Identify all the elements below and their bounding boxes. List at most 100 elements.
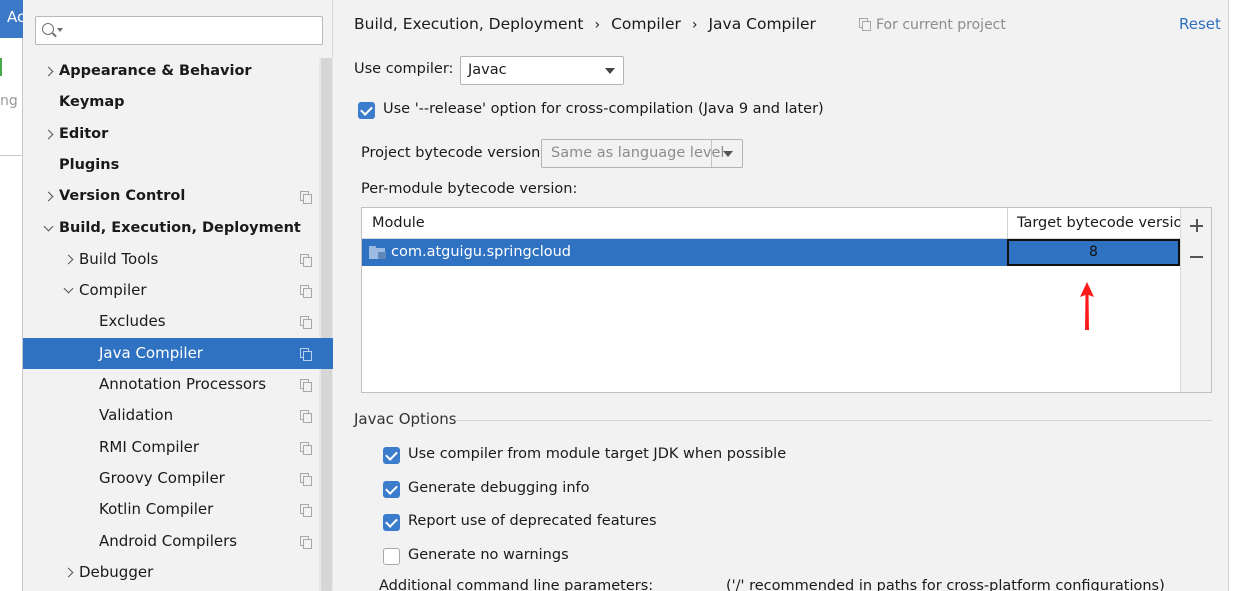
background-divider [0,155,23,156]
remove-icon[interactable] [1181,241,1212,272]
annotation-arrow-icon [1080,282,1094,330]
use-compiler-select[interactable]: Javac [460,56,624,85]
use-compiler-label: Use compiler: [354,61,454,77]
chevron-down-icon [605,68,615,74]
module-name: com.atguigu.springcloud [391,244,571,260]
background-window-title: Ac [0,0,23,38]
javac-option-label: Generate no warnings [408,547,569,564]
breadcrumb-item: Build, Execution, Deployment [354,15,584,33]
background-text-fragment: ng [0,93,18,109]
project-scope-icon [300,441,312,455]
javac-option-checkbox[interactable] [383,514,400,532]
project-scope-icon [300,316,312,330]
project-bytecode-value: Same as language level [551,145,725,161]
sidebar-item-label: Appearance & Behavior [59,63,252,79]
chevron-right-icon[interactable] [63,557,75,588]
sidebar-item-label: Compiler [79,281,147,300]
search-icon [42,23,54,35]
sidebar-item-keymap[interactable]: Keymap [23,87,319,118]
sidebar-item-rmi-compiler[interactable]: RMI Compiler [23,432,319,463]
javac-option-checkbox[interactable] [383,480,400,498]
chevron-right-icon[interactable] [43,181,55,212]
target-version-cell[interactable]: 8 [1007,239,1180,266]
sidebar-item-build-execution-deployment[interactable]: Build, Execution, Deployment [23,213,319,244]
sidebar-item-kotlin-compiler[interactable]: Kotlin Compiler [23,494,319,525]
breadcrumb-item: Compiler [611,15,681,33]
sidebar-item-validation[interactable]: Validation [23,400,319,431]
sidebar-item-label: Build, Execution, Deployment [59,219,301,236]
table-toolbar [1180,208,1211,392]
sidebar-item-label: Build Tools [79,249,159,268]
module-folder-icon [369,246,386,259]
settings-main-panel: Build, Execution, Deployment › Compiler › Ja… [334,0,1228,591]
project-scope-icon [300,347,312,361]
javac-option-checkbox[interactable] [383,548,400,566]
per-module-label: Per-module bytecode version: [361,181,578,197]
sidebar-item-label: Editor [59,125,109,142]
project-scope-icon [300,410,312,424]
sidebar-item-version-control[interactable]: Version Control [23,181,319,212]
chevron-right-icon[interactable] [63,244,75,275]
sidebar-item-java-compiler[interactable]: Java Compiler [23,337,333,369]
sidebar-item-label: Groovy Compiler [99,468,225,487]
project-scope-icon [859,18,871,31]
javac-option-checkbox[interactable] [383,447,400,464]
sidebar-item-label: Version Control [59,188,186,205]
module-cell[interactable]: com.atguigu.springcloud [362,239,1007,266]
section-divider [455,420,1212,421]
javac-options-title: Javac Options [354,410,457,428]
column-header-target[interactable]: Target bytecode version [1017,208,1192,239]
sidebar-item-compiler[interactable]: Compiler [23,275,319,306]
sidebar-item-label: Keymap [59,94,125,111]
sidebar-item-label: Annotation Processors [99,375,267,393]
sidebar-item-label: RMI Compiler [99,437,200,456]
sidebar-item-label: Excludes [99,312,166,331]
column-header-module[interactable]: Module [372,208,425,239]
project-scope-icon [300,191,312,205]
chevron-right-icon[interactable] [43,56,55,87]
project-scope-icon [300,379,312,392]
javac-option-label: Report use of deprecated features [408,513,657,530]
reset-link[interactable]: Reset [1179,15,1221,33]
table-row[interactable]: com.atguigu.springcloud 8 [362,239,1180,266]
project-scope-icon [300,472,312,486]
add-icon[interactable] [1181,210,1212,241]
chevron-right-icon[interactable] [43,119,55,150]
release-option-checkbox[interactable] [358,102,375,119]
combo-divider [711,140,712,167]
chevron-down-icon[interactable] [63,275,75,306]
sidebar-item-editor[interactable]: Editor [23,119,319,150]
project-scope-icon [300,253,312,267]
background-right-strip [1228,0,1235,591]
sidebar-item-android-compilers[interactable]: Android Compilers [23,526,319,557]
project-scope-icon [300,535,312,549]
additional-params-label: Additional command line parameters: [379,578,654,591]
sidebar-item-plugins[interactable]: Plugins [23,150,319,181]
sidebar-item-label: Kotlin Compiler [99,500,214,519]
scope-indicator: For current project [859,17,1006,33]
sidebar-item-build-tools[interactable]: Build Tools [23,244,319,275]
chevron-down-icon[interactable] [43,213,55,244]
sidebar-item-label: Android Compilers [99,531,238,550]
sidebar-item-debugger[interactable]: Debugger [23,557,319,588]
breadcrumb: Build, Execution, Deployment › Compiler › Ja… [354,15,816,33]
breadcrumb-item: Java Compiler [708,15,816,33]
sidebar-item-annotation-processors[interactable]: Annotation Processors [23,369,319,400]
release-option-label: Use '--release' option for cross-compila… [383,101,824,117]
search-input[interactable] [35,16,323,45]
sidebar-item-groovy-compiler[interactable]: Groovy Compiler [23,463,319,494]
scope-label: For current project [876,17,1006,33]
background-window-strip: Ac ng [0,0,23,591]
project-bytecode-label: Project bytecode version: [361,145,546,161]
project-scope-icon [300,504,312,518]
use-compiler-value: Javac [468,62,507,78]
sidebar-item-appearance-behavior[interactable]: Appearance & Behavior [23,56,319,87]
sidebar-item-label: Java Compiler [99,343,203,362]
search-history-dropdown-icon[interactable] [57,28,63,32]
sidebar-item-excludes[interactable]: Excludes [23,306,319,337]
sidebar-item-label: Plugins [59,156,120,173]
sidebar-scrollbar-thumb[interactable] [321,58,332,591]
project-bytecode-select[interactable]: Same as language level [541,139,743,168]
additional-params-hint: ('/' recommended in paths for cross-plat… [726,578,1165,591]
breadcrumb-separator-icon: › [691,17,698,33]
